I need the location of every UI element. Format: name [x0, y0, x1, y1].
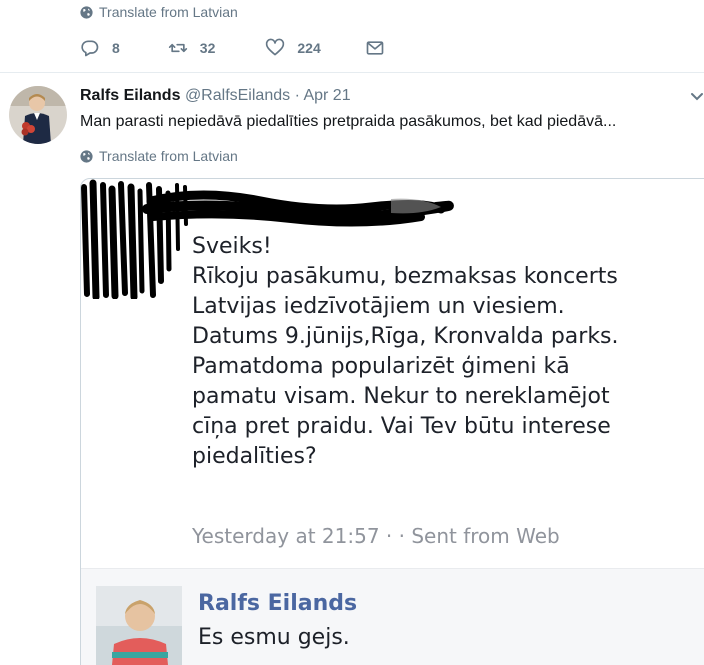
tweet-actions: 8 32 224 [80, 38, 385, 58]
tweet-text: Man parasti nepiedāvā piedalīties pretpr… [80, 113, 617, 130]
globe-icon [80, 5, 93, 19]
envelope-icon [366, 41, 384, 55]
heart-icon [266, 38, 285, 56]
reply-button[interactable]: 8 [80, 38, 120, 58]
like-button[interactable]: 224 [265, 38, 321, 58]
chevron-down-icon[interactable] [690, 92, 704, 102]
message-line: pamatu visam. Nekur to nereklamējot [192, 384, 610, 409]
tweet-divider [0, 72, 704, 73]
author-handle[interactable]: @RalfsEilands [185, 87, 290, 104]
message-line: cīņa pret praidu. Vai Tev būtu interese [192, 414, 611, 439]
message-timestamp: Yesterday at 21:57 · · Sent from Web [192, 524, 560, 548]
tweet-date[interactable]: Apr 21 [303, 87, 350, 104]
translate-label: Translate from Latvian [99, 4, 238, 20]
translate-label: Translate from Latvian [99, 148, 238, 164]
attached-screenshot[interactable]: Sveiks! Rīkoju pasākumu, bezmaksas konce… [80, 178, 704, 665]
reply-text: Es esmu gejs. [198, 625, 350, 650]
message-line: Latvijas iedzīvotājiem un viesiem. [192, 294, 565, 319]
reply-avatar [96, 586, 182, 665]
author-name[interactable]: Ralfs Eilands [80, 87, 180, 104]
like-count: 224 [297, 40, 321, 56]
retweet-count: 32 [199, 40, 216, 56]
reply-avatar-photo [96, 586, 182, 665]
reply-author-name: Ralfs Eilands [198, 591, 358, 616]
message-body: Sveiks! Rīkoju pasākumu, bezmaksas konce… [192, 232, 704, 472]
message-line: Pamatdoma popularizēt ģimeni kā [192, 354, 570, 379]
meta-separator: · [294, 87, 300, 104]
reply-message: Ralfs Eilands Es esmu gejs. [81, 568, 704, 665]
message-line: Sveiks! [192, 234, 272, 259]
retweet-button[interactable]: 32 [168, 38, 216, 58]
translate-link-previous[interactable]: Translate from Latvian [80, 4, 238, 20]
globe-icon [80, 149, 93, 163]
message-line: piedalīties? [192, 444, 317, 469]
reply-count: 8 [112, 40, 120, 56]
reply-icon [81, 40, 99, 57]
tweet-header: Ralfs Eilands @RalfsEilands · Apr 21 [80, 87, 351, 105]
tweet-timeline: Translate from Latvian 8 32 224 Ralfs Ei… [0, 0, 704, 665]
message-line: Rīkoju pasākumu, bezmaksas koncerts [192, 264, 618, 289]
translate-link[interactable]: Translate from Latvian [80, 148, 238, 164]
avatar-photo [9, 86, 67, 144]
author-avatar[interactable] [9, 86, 67, 144]
direct-message-button[interactable] [365, 38, 385, 58]
retweet-icon [168, 43, 187, 53]
message-line: Datums 9.jūnijs,Rīga, Kronvalda parks. [192, 324, 619, 349]
